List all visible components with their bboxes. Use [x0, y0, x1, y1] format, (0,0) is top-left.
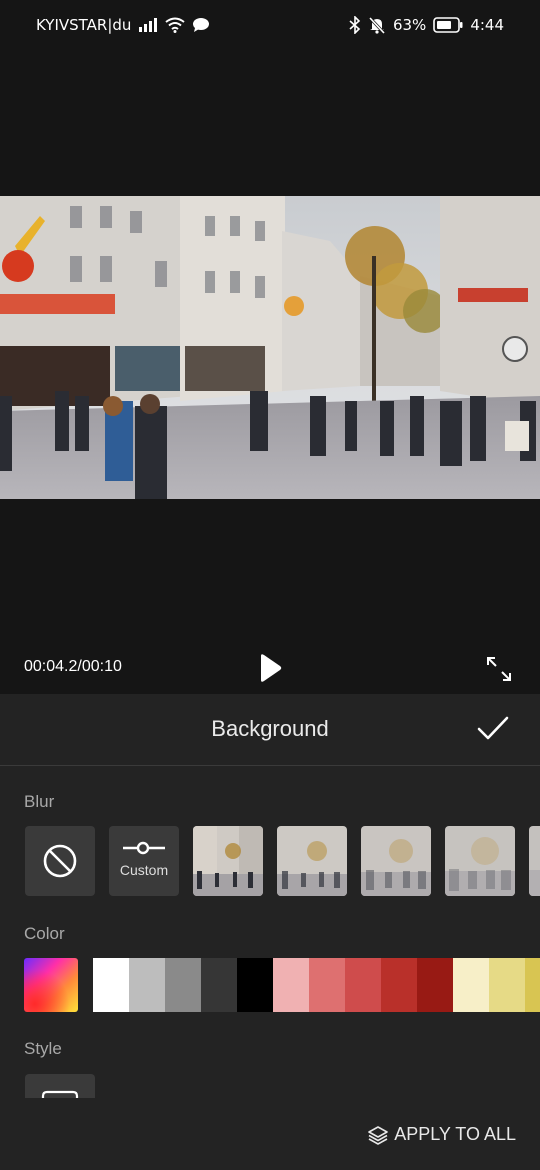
- color-swatch[interactable]: [417, 958, 453, 1012]
- apply-bar: APPLY TO ALL: [0, 1098, 540, 1170]
- blur-section-label: Blur: [24, 792, 55, 811]
- color-swatch[interactable]: [201, 958, 237, 1012]
- style-section-label: Style: [24, 1039, 62, 1058]
- play-button[interactable]: [255, 650, 285, 688]
- blur-preview-4: [445, 826, 515, 896]
- color-swatch[interactable]: [345, 958, 381, 1012]
- video-frame[interactable]: [0, 196, 540, 499]
- color-swatch[interactable]: [93, 958, 129, 1012]
- battery-icon: [433, 17, 463, 33]
- custom-color-picker[interactable]: [24, 958, 78, 1012]
- confirm-button[interactable]: [476, 714, 510, 744]
- color-swatch[interactable]: [129, 958, 165, 1012]
- color-swatch[interactable]: [237, 958, 273, 1012]
- color-swatch[interactable]: [381, 958, 417, 1012]
- blur-level-4-option[interactable]: [445, 826, 515, 896]
- panel-title: Background: [211, 716, 329, 741]
- apply-to-all-label: APPLY TO ALL: [394, 1124, 516, 1144]
- blur-preview-3: [361, 826, 431, 896]
- clock: 4:44: [470, 16, 504, 34]
- signal-icon: [139, 18, 158, 32]
- playback-bar: 00:04.2/00:10: [0, 646, 540, 694]
- battery-percent: 63%: [392, 16, 427, 34]
- color-swatch[interactable]: [273, 958, 309, 1012]
- panel-header: Background: [0, 694, 540, 766]
- blur-preview-2: [277, 826, 347, 896]
- blur-level-5-option[interactable]: [529, 826, 540, 896]
- bluetooth-icon: [349, 16, 361, 34]
- blur-preview-1: [193, 826, 263, 896]
- blur-level-1-option[interactable]: [193, 826, 263, 896]
- background-panel: Background Blur Custom Color Style APPLY…: [0, 694, 540, 1170]
- apply-to-all-button[interactable]: APPLY TO ALL: [368, 1124, 516, 1145]
- fullscreen-button[interactable]: [484, 654, 514, 684]
- color-options: [24, 958, 540, 1012]
- blur-level-2-option[interactable]: [277, 826, 347, 896]
- layers-icon: [368, 1125, 389, 1145]
- street-scene-image: [0, 196, 540, 499]
- custom-label: Custom: [119, 862, 169, 878]
- playback-time: 00:04.2/00:10: [24, 658, 122, 675]
- color-swatch[interactable]: [453, 958, 489, 1012]
- wifi-icon: [165, 17, 186, 33]
- mute-icon: [368, 16, 386, 34]
- status-bar: KYIVSTAR|du 63% 4:44: [0, 0, 540, 50]
- color-swatches: [93, 958, 540, 1012]
- play-icon: [261, 654, 282, 682]
- slider-icon: [123, 841, 165, 855]
- video-preview: 00:04.2/00:10: [0, 50, 540, 694]
- color-swatch[interactable]: [309, 958, 345, 1012]
- blur-level-3-option[interactable]: [361, 826, 431, 896]
- carrier-name: KYIVSTAR|du: [36, 16, 132, 34]
- checkmark-icon: [477, 716, 509, 740]
- blur-none-option[interactable]: [25, 826, 95, 896]
- color-swatch[interactable]: [525, 958, 540, 1012]
- no-blur-icon: [43, 844, 77, 878]
- color-section-label: Color: [24, 924, 65, 943]
- color-swatch[interactable]: [489, 958, 525, 1012]
- blur-preview-5: [529, 826, 540, 896]
- color-swatch[interactable]: [165, 958, 201, 1012]
- blur-custom-option[interactable]: Custom: [109, 826, 179, 896]
- blur-options: Custom: [25, 826, 540, 896]
- message-icon: [193, 18, 210, 32]
- fullscreen-icon: [487, 657, 511, 681]
